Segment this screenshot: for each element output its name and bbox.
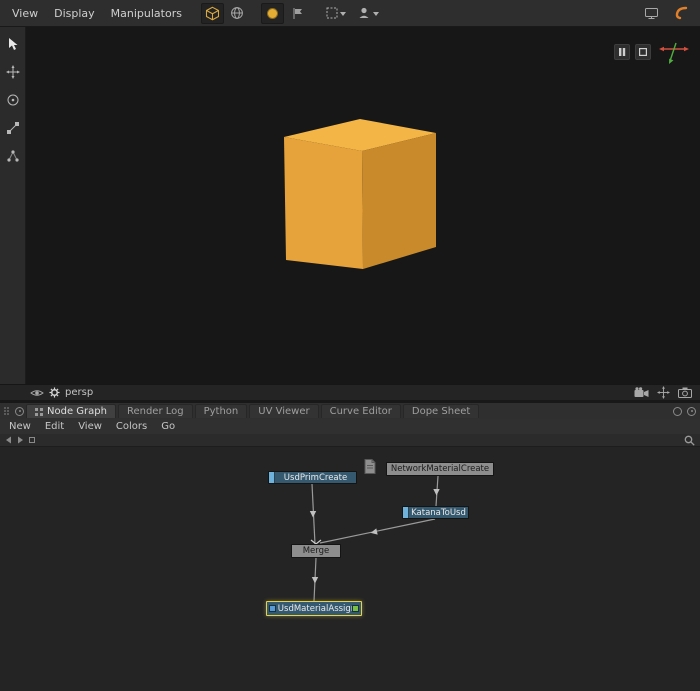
lighting-toggle-button[interactable] [261,3,284,24]
globe-display-button[interactable] [226,3,249,24]
ng-menu-new[interactable]: New [2,420,38,433]
scale-icon [6,121,20,135]
node-katanatousd[interactable]: KatanaToUsd [402,506,469,519]
tab-label: UV Viewer [258,406,309,417]
ng-menu-view[interactable]: View [71,420,109,433]
node-label: NetworkMaterialCreate [391,464,489,474]
node-label: Merge [303,546,330,556]
cube-front-face [284,137,363,269]
monitor-icon [644,7,659,20]
cube-display-button[interactable] [201,3,224,24]
tab-python[interactable]: Python [195,404,248,418]
file-icon [362,458,378,475]
bookmark-icon[interactable] [29,437,35,443]
node-label: UsdMaterialAssign [272,604,356,614]
search-icon[interactable] [684,435,695,446]
viewer-pane [0,27,700,384]
cube-display-icon [205,6,220,21]
pane-settings-icon[interactable] [673,407,682,416]
3d-viewport[interactable] [26,27,700,384]
user-icon [357,6,381,20]
node-graph-canvas[interactable]: UsdPrimCreate NetworkMaterialCreate Kata… [0,447,700,691]
light-icon [266,7,279,20]
tab-curve-editor[interactable]: Curve Editor [321,404,401,418]
menu-view[interactable]: View [5,4,45,23]
stop-icon [639,48,647,56]
gear-icon[interactable] [49,387,60,398]
tab-label: Curve Editor [330,406,392,417]
viewer-menubar: View Display Manipulators [0,0,700,27]
tab-render-log[interactable]: Render Log [118,404,193,418]
node-networkmaterialcreate[interactable]: NetworkMaterialCreate [386,462,494,476]
marquee-select-dropdown[interactable] [321,3,351,24]
translate-icon [6,65,20,79]
scale-tool-button[interactable] [3,119,23,137]
history-forward-icon[interactable] [17,436,24,444]
flag-icon [291,7,304,20]
user-dropdown[interactable] [353,3,385,24]
node-graph-menubar: New Edit View Colors Go [0,419,700,434]
node-graph-toolbar [0,434,700,447]
tab-node-graph[interactable]: Node Graph [26,404,116,418]
viewport-statusbar-right [634,386,692,399]
monitor-button[interactable] [640,3,663,24]
shading-toggle-button[interactable] [286,3,309,24]
pane-menu-icon[interactable] [15,407,24,416]
node-merge[interactable]: Merge [291,544,341,558]
tab-dope-sheet[interactable]: Dope Sheet [403,404,479,418]
axis-gizmo-icon[interactable] [656,39,692,65]
menu-manipulators[interactable]: Manipulators [104,4,189,23]
history-back-icon[interactable] [5,436,12,444]
pan-arrows-icon[interactable] [657,386,670,399]
tab-label: Render Log [127,406,184,417]
movie-camera-icon[interactable] [634,387,649,398]
snap-icon [6,149,20,163]
stop-button[interactable] [635,44,651,60]
node-edit-flag[interactable] [352,605,359,612]
eye-icon[interactable] [30,388,44,398]
panel-tabbar: Node Graph Render Log Python UV Viewer C… [0,403,700,419]
pane-close-icon[interactable] [687,407,696,416]
node-color-tag [403,507,409,518]
ng-menu-edit[interactable]: Edit [38,420,71,433]
manipulator-toolbar [0,27,26,384]
node-usdmaterialassign[interactable]: UsdMaterialAssign [266,601,362,616]
camera-icon[interactable] [678,387,692,398]
pause-button[interactable] [614,44,630,60]
node-usdprimcreate[interactable]: UsdPrimCreate [268,471,357,484]
katana-window: View Display Manipulators [0,0,700,691]
select-cursor-icon [7,37,19,51]
rotate-tool-button[interactable] [3,91,23,109]
cube-geometry [26,27,700,384]
tab-label: Python [204,406,239,417]
menu-display[interactable]: Display [47,4,102,23]
tab-label: Node Graph [47,406,107,417]
node-graph-tab-icon [35,408,43,416]
foundry-icon [673,6,689,20]
ng-menu-go[interactable]: Go [154,420,182,433]
translate-tool-button[interactable] [3,63,23,81]
ng-menu-colors[interactable]: Colors [109,420,154,433]
foundry-button[interactable] [669,3,693,24]
pane-grip-handle[interactable] [4,407,9,415]
select-tool-button[interactable] [3,35,23,53]
rotate-icon [6,93,20,107]
node-color-tag [269,472,275,483]
tab-uv-viewer[interactable]: UV Viewer [249,404,318,418]
viewport-statusbar: persp [0,384,700,400]
snap-tool-button[interactable] [3,147,23,165]
viewport-controls [614,39,692,65]
camera-name-label[interactable]: persp [65,387,93,398]
node-view-flag[interactable] [269,605,276,612]
cube-right-face [362,133,436,269]
node-label: UsdPrimCreate [278,473,347,483]
marquee-select-icon [325,6,347,20]
pause-icon [618,48,626,56]
tab-label: Dope Sheet [412,406,470,417]
tabbar-right-icons [673,407,696,416]
node-label: KatanaToUsd [405,508,466,518]
globe-icon [230,6,244,20]
